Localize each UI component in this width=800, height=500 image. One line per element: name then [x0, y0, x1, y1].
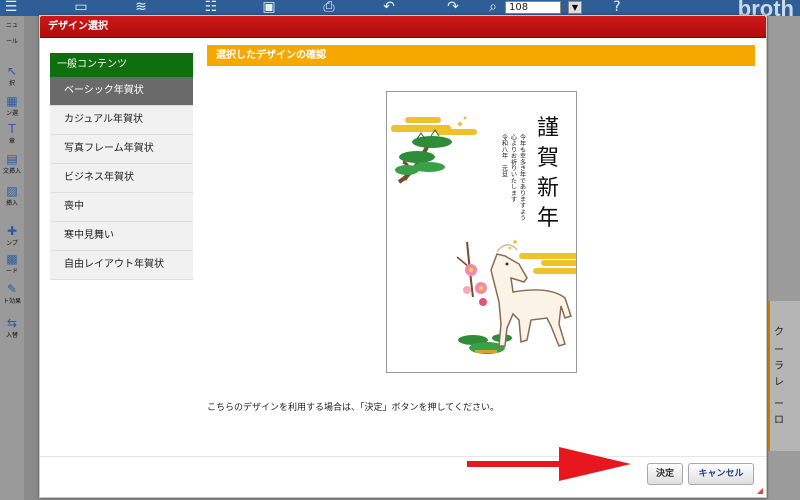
design-category-menu: 一般コンテンツ ベーシック年賀状 カジュアル年賀状 写真フレーム年賀状 ビジネス… — [50, 53, 193, 280]
sidebar-label: 挿入 — [5, 200, 18, 207]
sidebar-label: ン選 — [5, 110, 18, 117]
cancel-button[interactable]: キャンセル — [688, 463, 754, 485]
print-icon[interactable]: ⎙ — [318, 0, 340, 14]
app-right-panel: ク ー ラ レ ー ロ — [768, 16, 800, 500]
design-preview-card: 謹 賀 新 年 今年も幸多き年でありますよう 心よりお祈りいたします 令和八年 … — [386, 91, 577, 373]
sidebar-label[interactable]: ール — [0, 36, 24, 45]
sidebar-tool[interactable]: ▨ 挿入 — [0, 184, 24, 207]
sidebar-tool[interactable]: ↖ 択 — [0, 64, 24, 87]
app-toolbar: ☰ ▭ ≋ ☷ ▣ ⎙ ↶ ↷ ⌕ 108 ▼ ? broth — [0, 0, 800, 21]
resize-grip-icon[interactable] — [756, 487, 764, 495]
sidebar-label: ンプ — [6, 240, 18, 247]
menu-item-free-layout[interactable]: 自由レイアウト年賀状 — [50, 251, 193, 280]
swap-icon: ⇆ — [6, 316, 18, 330]
instruction-text: こちらのデザインを利用する場合は、「決定」ボタンを押してください。 — [207, 403, 499, 413]
footer-divider — [40, 456, 766, 457]
menu-item-casual[interactable]: カジュアル年賀状 — [50, 106, 193, 135]
right-panel-text: ー — [774, 345, 784, 356]
zoom-dropdown-button[interactable]: ▼ — [568, 1, 582, 14]
sidebar-tool[interactable]: ⇆ 入替 — [0, 316, 24, 339]
greeting-title-char: 年 — [537, 206, 559, 231]
effect-icon: ✎ — [6, 282, 18, 296]
cursor-icon: ↖ — [6, 64, 18, 78]
sidebar-label[interactable]: ニュ — [0, 20, 24, 29]
save-icon[interactable]: ▣ — [258, 0, 280, 14]
gold-cloud-shape — [405, 117, 441, 123]
menu-item-winter-greeting[interactable]: 寒中見舞い — [50, 222, 193, 251]
sidebar-tool[interactable]: ▤ 文挿入 — [0, 152, 24, 175]
qr-code-icon: ▩ — [6, 252, 18, 266]
menu-item-business[interactable]: ビジネス年賀状 — [50, 164, 193, 193]
sidebar-label: 択 — [8, 80, 15, 87]
menu-header: 一般コンテンツ — [50, 53, 193, 77]
zoom-icon[interactable]: ⌕ — [482, 0, 504, 14]
menu-icon[interactable]: ☰ — [0, 0, 22, 14]
sidebar-tool[interactable]: ▦ ン選 — [0, 94, 24, 117]
zoom-input[interactable]: 108 — [505, 1, 561, 14]
right-panel-box: ク ー ラ レ ー ロ — [768, 301, 800, 451]
right-panel-text: レ — [774, 377, 784, 388]
right-panel-text: ラ — [774, 361, 784, 372]
preview-header: 選択したデザインの確認 — [207, 45, 755, 66]
image-icon: ▨ — [6, 184, 18, 198]
sidebar-label: 章 — [8, 138, 15, 145]
greeting-message-line: 令和八年 元旦 — [501, 133, 508, 177]
right-panel-text: ロ — [774, 415, 784, 426]
dialog-title: デザイン選択 — [40, 16, 766, 38]
new-icon[interactable]: ▭ — [70, 0, 92, 14]
menu-item-basic[interactable]: ベーシック年賀状 — [50, 77, 193, 106]
back-icon[interactable]: ↶ — [378, 0, 400, 14]
gold-cloud-shape — [437, 129, 477, 135]
ok-button[interactable]: 決定 — [647, 463, 683, 485]
sidebar-tool[interactable]: T章 — [0, 122, 24, 145]
greeting-title-char: 新 — [537, 176, 559, 201]
doc-icon: ▤ — [6, 152, 18, 166]
new-year-card-illustration: 謹 賀 新 年 今年も幸多き年でありますよう 心よりお祈りいたします 令和八年 … — [391, 116, 576, 354]
right-panel-text: ー — [774, 399, 784, 410]
help-icon[interactable]: ? — [606, 0, 628, 14]
menu-item-photo-frame[interactable]: 写真フレーム年賀状 — [50, 135, 193, 164]
app-left-toolbar: ニュ ール ↖ 択 ▦ ン選 T章 ▤ 文挿入 ▨ 挿入 ✚ ンプ ▩ ード ✎ ト効果 ⇆ 入… — [0, 16, 24, 500]
design-icon: ▦ — [6, 94, 18, 108]
design-select-dialog: デザイン選択 一般コンテンツ ベーシック年賀状 カジュアル年賀状 写真フレーム年… — [39, 15, 767, 498]
menu-item-mourning[interactable]: 喪中 — [50, 193, 193, 222]
sidebar-label: ト効果 — [2, 298, 21, 305]
sidebar-tool[interactable]: ✚ ンプ — [0, 224, 24, 247]
layers-icon[interactable]: ≋ — [130, 0, 152, 14]
greeting-message-line: 今年も幸多き年でありますよう — [519, 133, 526, 221]
greeting-title-char: 賀 — [537, 146, 559, 171]
sidebar-label: 文挿入 — [2, 168, 21, 175]
red-arrow-icon — [467, 447, 631, 481]
forward-icon[interactable]: ↷ — [442, 0, 464, 14]
sidebar-tool[interactable]: ✎ ト効果 — [0, 282, 24, 305]
greeting-message-line: 心よりお祈りいたします — [510, 134, 517, 202]
stamp-icon: ✚ — [6, 224, 18, 238]
right-panel-text: ク — [774, 327, 784, 338]
sidebar-tool[interactable]: ▩ ード — [0, 252, 24, 275]
text-icon: T — [8, 122, 16, 136]
greeting-title-char: 謹 — [537, 116, 559, 141]
list-icon[interactable]: ☷ — [200, 0, 222, 14]
sidebar-label: 入替 — [5, 332, 18, 339]
sidebar-label: ード — [5, 268, 18, 275]
